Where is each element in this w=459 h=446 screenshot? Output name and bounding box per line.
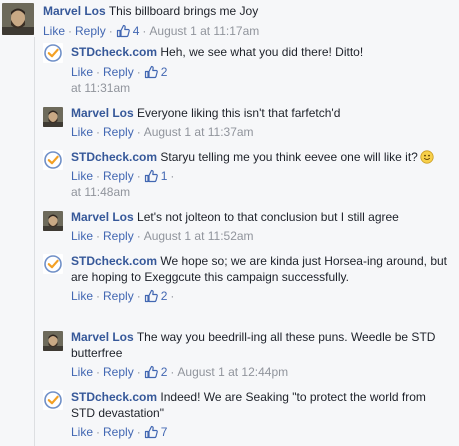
- comment-timestamp[interactable]: August 1 at 12:44pm: [177, 365, 288, 379]
- user-avatar-icon: [43, 211, 63, 231]
- like-button[interactable]: Like: [71, 229, 93, 243]
- comment-author[interactable]: STDcheck.com: [71, 45, 157, 59]
- comment-actions: Like · Reply · 4 · August 1 at 11:17am: [43, 24, 260, 38]
- comment-body: STDcheck.com Heh, we see what you did th…: [71, 44, 451, 60]
- like-button[interactable]: Like: [71, 289, 93, 303]
- reply-button[interactable]: Reply: [103, 289, 134, 303]
- comment-timestamp[interactable]: at 11:48am: [71, 184, 130, 200]
- comment-author[interactable]: Marvel Los: [71, 210, 134, 224]
- thumbs-up-icon: [144, 365, 158, 379]
- comment-author[interactable]: STDcheck.com: [71, 390, 157, 404]
- avatar[interactable]: [43, 107, 63, 127]
- like-button[interactable]: Like: [43, 24, 65, 38]
- comment-body: Marvel Los Everyone liking this isn't th…: [71, 105, 451, 121]
- avatar[interactable]: [43, 390, 63, 410]
- reply-button[interactable]: Reply: [103, 229, 134, 243]
- comment-actions: Like · Reply · 2 ·: [71, 289, 175, 303]
- comment-timestamp[interactable]: August 1 at 11:37am: [144, 125, 254, 139]
- avatar[interactable]: [43, 150, 63, 170]
- comment-body: Marvel Los This billboard brings me Joy: [43, 3, 451, 19]
- comment-text: Everyone liking this isn't that farfetch…: [137, 106, 341, 120]
- thumbs-up-icon: [144, 425, 158, 439]
- avatar[interactable]: [43, 43, 63, 63]
- like-count[interactable]: 2: [144, 65, 167, 79]
- comment-actions: Like · Reply · August 1 at 11:37am: [71, 125, 254, 139]
- thumbs-up-icon: [144, 289, 158, 303]
- like-button[interactable]: Like: [71, 365, 93, 379]
- comment-author[interactable]: Marvel Los: [71, 106, 134, 120]
- comment-body: Marvel Los Let's not jolteon to that con…: [71, 209, 451, 225]
- stdcheck-logo-icon: [43, 254, 63, 274]
- thumbs-up-icon: [144, 169, 158, 183]
- comment-body: STDcheck.com Staryu telling me you think…: [71, 149, 451, 165]
- thread-line: [34, 37, 35, 446]
- reply-button[interactable]: Reply: [103, 365, 134, 379]
- reply-button[interactable]: Reply: [103, 65, 134, 79]
- reply-button[interactable]: Reply: [75, 24, 106, 38]
- comment-actions: Like · Reply · 2 · August 1 at 12:44pm: [71, 365, 289, 379]
- smiley-emoji-icon: [420, 150, 434, 164]
- reply-button[interactable]: Reply: [103, 425, 134, 439]
- like-count[interactable]: 2: [144, 289, 167, 303]
- avatar[interactable]: [43, 331, 63, 351]
- avatar[interactable]: [2, 3, 34, 35]
- like-count[interactable]: 7: [144, 425, 167, 439]
- comment-timestamp[interactable]: August 1 at 11:17am: [149, 24, 259, 38]
- like-button[interactable]: Like: [71, 169, 93, 183]
- thumbs-up-icon: [116, 24, 130, 38]
- comment-text: This billboard brings me Joy: [108, 4, 259, 18]
- like-button[interactable]: Like: [71, 425, 93, 439]
- like-count[interactable]: 1: [144, 169, 167, 183]
- like-count[interactable]: 4: [116, 24, 139, 38]
- comment-author[interactable]: Marvel Los: [71, 330, 134, 344]
- comment-author[interactable]: Marvel Los: [43, 4, 106, 18]
- avatar[interactable]: [43, 254, 63, 274]
- stdcheck-logo-icon: [43, 150, 63, 170]
- like-button[interactable]: Like: [71, 65, 93, 79]
- user-avatar-icon: [43, 107, 63, 127]
- comment-actions: Like · Reply · 2: [71, 65, 168, 79]
- comment-body: Marvel Los The way you beedrill-ing all …: [71, 329, 451, 361]
- comment-author[interactable]: STDcheck.com: [71, 150, 157, 164]
- stdcheck-logo-icon: [43, 43, 63, 63]
- stdcheck-logo-icon: [43, 390, 63, 410]
- like-button[interactable]: Like: [71, 125, 93, 139]
- avatar[interactable]: [43, 211, 63, 231]
- comment-body: STDcheck.com Indeed! We are Seaking "to …: [71, 389, 451, 421]
- comment-text: Staryu telling me you think eevee one wi…: [160, 150, 418, 164]
- comment-actions: Like · Reply · 1 ·: [71, 169, 175, 183]
- comment-body: STDcheck.com We hope so; we are kinda ju…: [71, 253, 451, 285]
- comment-actions: Like · Reply · August 1 at 11:52am: [71, 229, 254, 243]
- comment-author[interactable]: STDcheck.com: [71, 254, 157, 268]
- comment-actions: Like · Reply · 7: [71, 425, 168, 439]
- user-avatar-icon: [43, 331, 63, 351]
- user-avatar-icon: [2, 3, 34, 35]
- comment-text: Let's not jolteon to that conclusion but…: [137, 210, 399, 224]
- reply-button[interactable]: Reply: [103, 125, 134, 139]
- reply-button[interactable]: Reply: [103, 169, 134, 183]
- comment-timestamp[interactable]: August 1 at 11:52am: [144, 229, 254, 243]
- comment-text: Heh, we see what you did there! Ditto!: [160, 45, 364, 59]
- comment-timestamp[interactable]: at 11:31am: [71, 80, 130, 96]
- thumbs-up-icon: [144, 65, 158, 79]
- like-count[interactable]: 2: [144, 365, 167, 379]
